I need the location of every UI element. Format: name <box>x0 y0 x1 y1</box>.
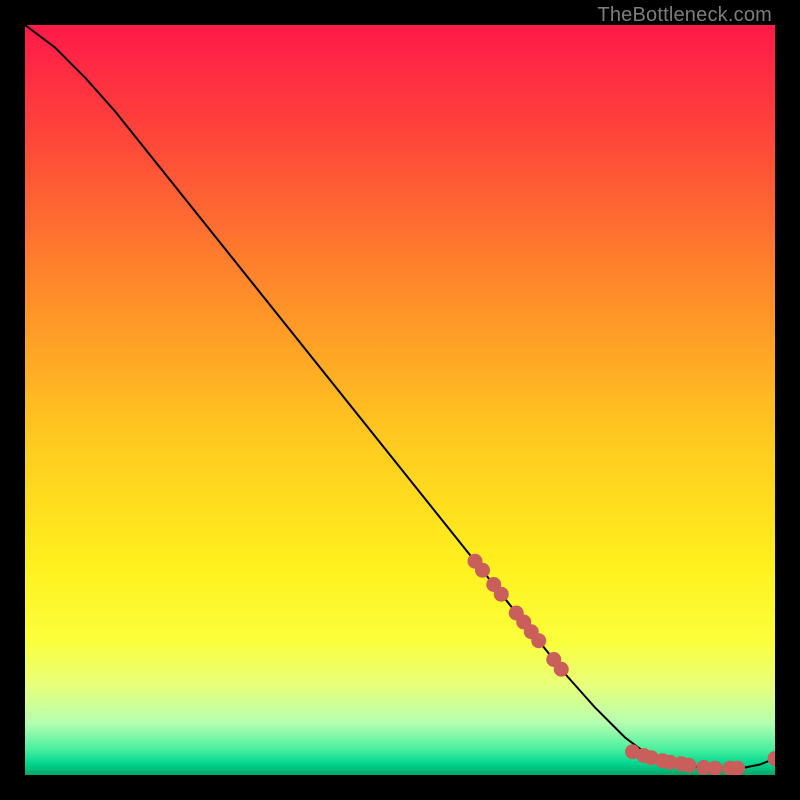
chart-marker <box>554 662 569 677</box>
chart-marker <box>681 758 696 773</box>
attribution-text: TheBottleneck.com <box>597 4 772 27</box>
bottleneck-chart <box>25 25 775 775</box>
chart-marker <box>531 633 546 648</box>
chart-stage: TheBottleneck.com <box>0 0 800 800</box>
chart-marker <box>494 587 509 602</box>
chart-marker <box>475 563 490 578</box>
chart-background <box>25 25 775 775</box>
